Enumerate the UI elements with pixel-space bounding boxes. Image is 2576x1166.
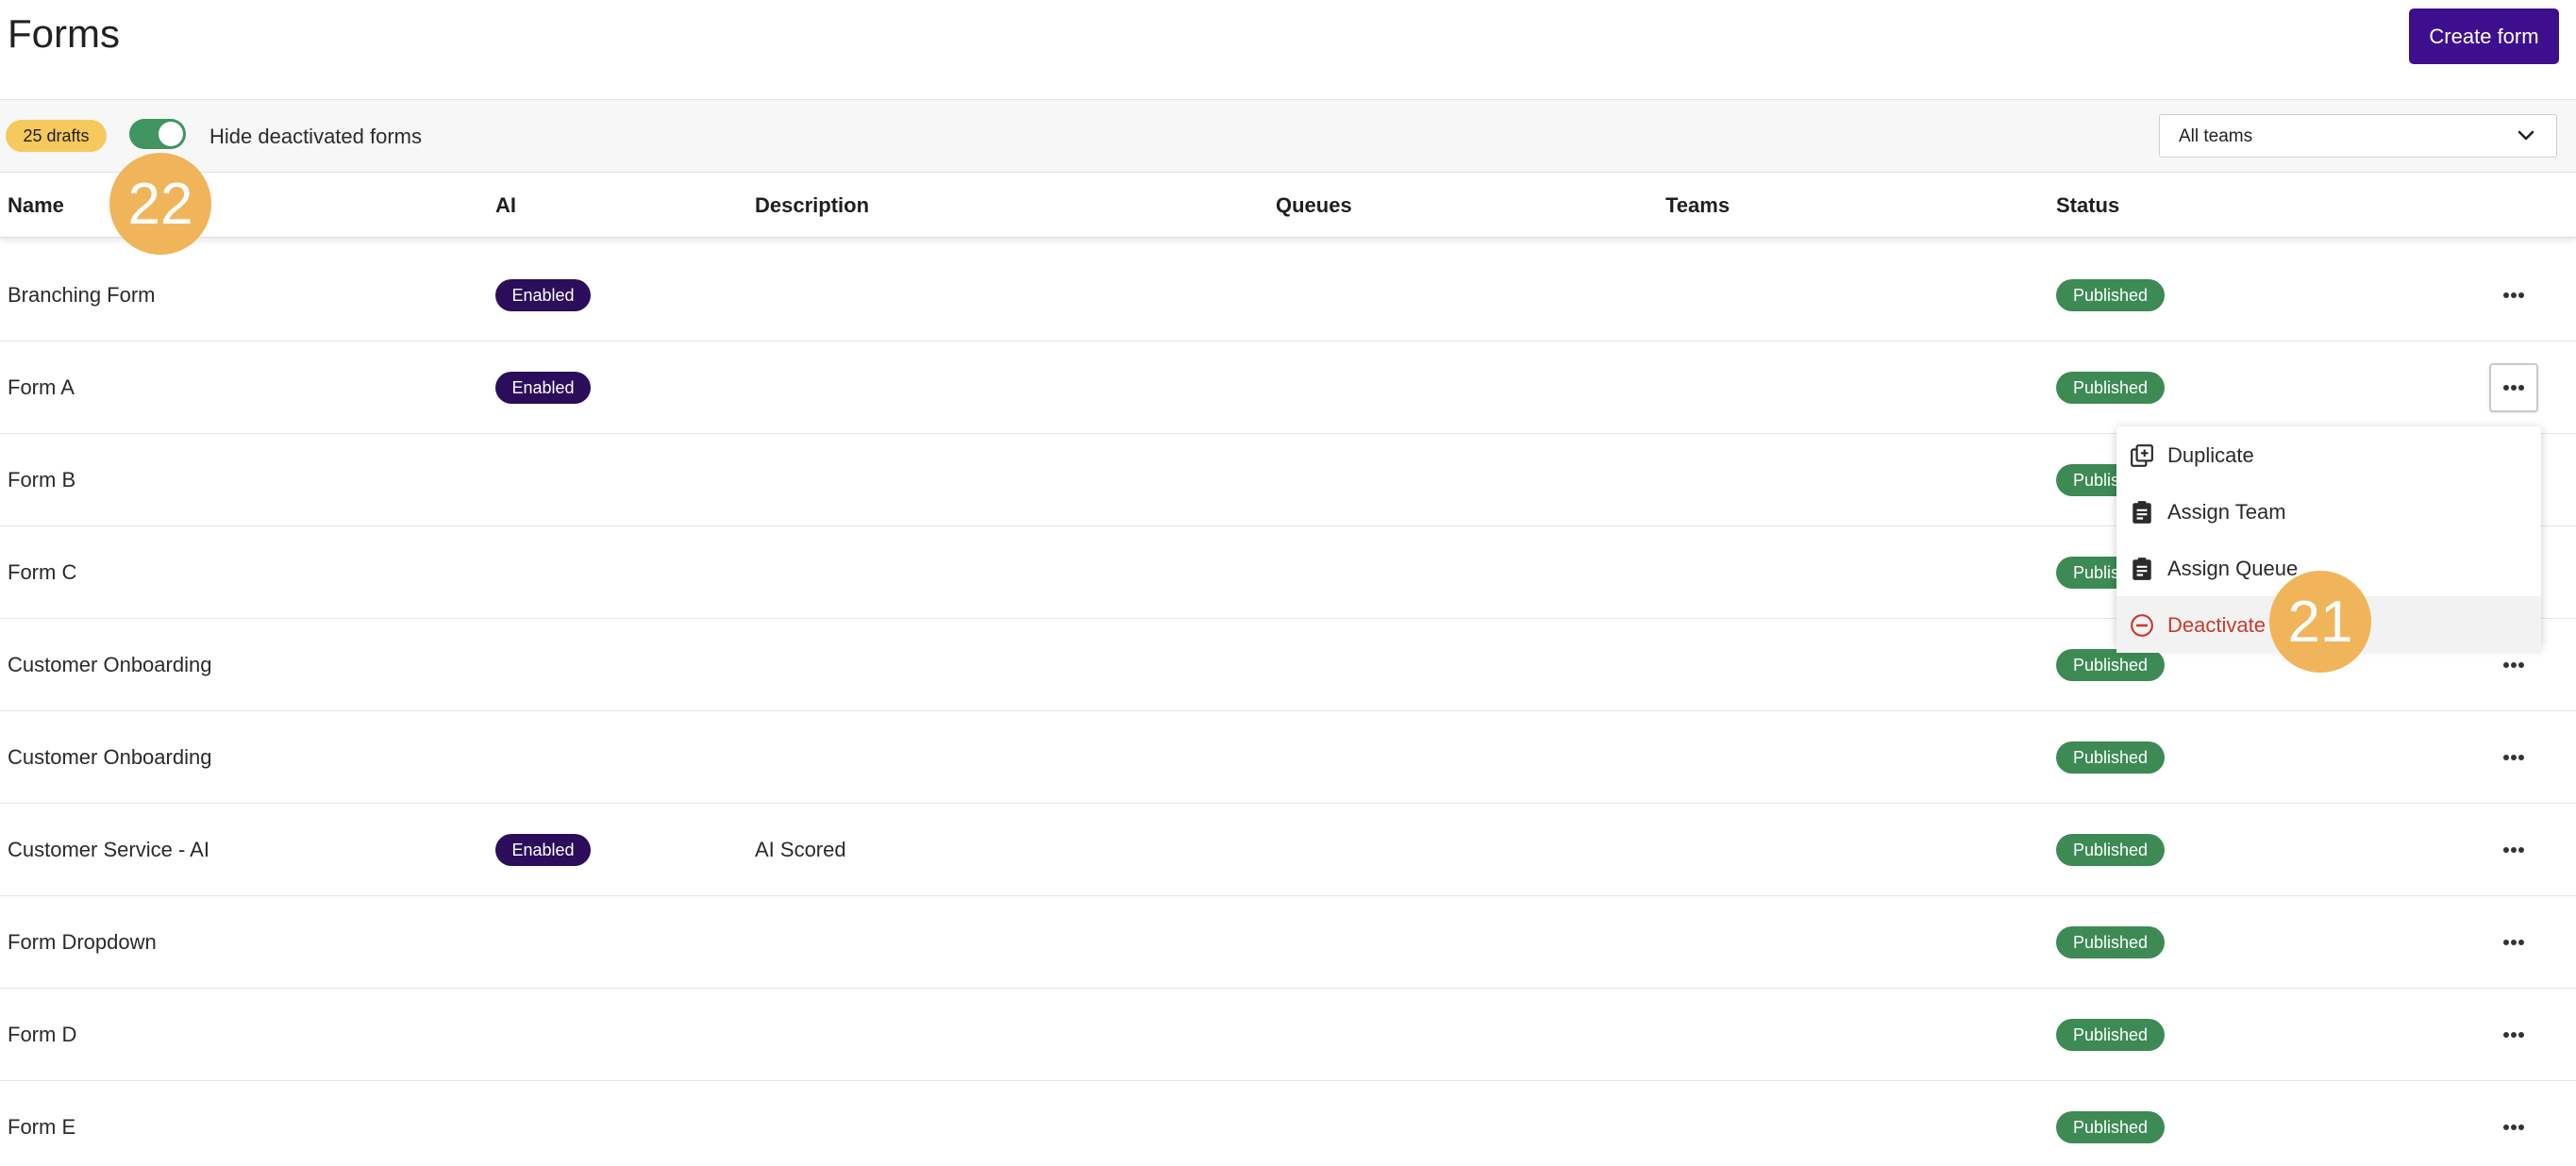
duplicate-icon [2131,444,2153,467]
row-name[interactable]: Customer Service - AI [8,804,209,896]
row-name[interactable]: Customer Onboarding [8,619,211,711]
teams-select[interactable]: All teams [2159,114,2557,158]
menu-item-assign-team[interactable]: Assign Team [2116,483,2541,540]
row-status-cell: Published [2056,249,2165,341]
status-badge: Published [2056,926,2165,958]
row-actions-button[interactable] [2489,825,2538,874]
menu-item-label: Assign Team [2167,500,2286,524]
column-header-name[interactable]: Name [8,193,64,218]
row-name[interactable]: Form E [8,1081,75,1166]
row-name[interactable]: Branching Form [8,249,156,341]
status-badge: Published [2056,1019,2165,1051]
status-badge: Published [2056,372,2165,404]
step-marker: 21 [2269,571,2371,673]
menu-item-label: Assign Queue [2167,557,2299,580]
table-row[interactable]: Customer Service - AI Enabled AI Scored … [0,804,2576,896]
row-name[interactable]: Customer Onboarding [8,711,211,804]
menu-item-duplicate[interactable]: Duplicate [2116,426,2541,483]
page-header: Forms Create form [0,0,2576,100]
ai-enabled-badge: Enabled [495,279,591,311]
row-name[interactable]: Form C [8,526,76,619]
column-header-ai[interactable]: AI [495,193,516,218]
status-badge: Published [2056,649,2165,681]
more-horizontal-icon [2503,1124,2524,1130]
row-status-cell: Published [2056,989,2165,1081]
row-ai-cell: Enabled [495,249,591,341]
menu-item-label: Deactivate [2167,613,2266,637]
table-row[interactable]: Form E Published [0,1081,2576,1166]
row-actions-button[interactable] [2489,271,2538,320]
column-header-queues[interactable]: Queues [1276,193,1352,218]
toggle-knob [159,122,183,146]
teams-select-value: All teams [2179,126,2253,146]
hide-deactivated-toggle[interactable] [129,119,186,149]
table-row[interactable]: Form D Published [0,989,2576,1081]
status-badge: Published [2056,741,2165,774]
row-status-cell: Published [2056,896,2165,989]
table-header: Name AI Description Queues Teams Status [0,174,2576,238]
status-badge: Published [2056,279,2165,311]
row-name[interactable]: Form D [8,989,76,1081]
table-row[interactable]: Form Dropdown Published [0,896,2576,989]
step-marker: 22 [109,153,211,255]
row-actions-button[interactable] [2489,918,2538,967]
chevron-down-icon [2517,130,2534,141]
table-row[interactable]: Branching Form Enabled Published [0,249,2576,341]
row-name[interactable]: Form Dropdown [8,896,157,989]
menu-item-label: Duplicate [2167,443,2254,467]
minus-circle-icon [2131,614,2153,637]
hide-deactivated-label: Hide deactivated forms [209,125,422,148]
more-horizontal-icon [2503,292,2524,298]
more-horizontal-icon [2503,1032,2524,1038]
ai-enabled-badge: Enabled [495,372,591,404]
row-name[interactable]: Form B [8,434,75,526]
clipboard-icon [2133,501,2151,524]
row-status-cell: Published [2056,711,2165,804]
row-actions-button[interactable] [2489,733,2538,782]
row-status-cell: Published [2056,804,2165,896]
row-status-cell: Published [2056,1081,2165,1166]
row-status-cell: Published [2056,341,2165,434]
more-horizontal-icon [2503,755,2524,760]
drafts-badge[interactable]: 25 drafts [6,120,107,152]
row-ai-cell: Enabled [495,804,591,896]
table-row[interactable]: Form A Enabled Published [0,341,2576,434]
row-description: AI Scored [755,838,846,861]
more-horizontal-icon [2503,662,2524,668]
status-badge: Published [2056,834,2165,866]
more-horizontal-icon [2503,847,2524,853]
ai-enabled-badge: Enabled [495,834,591,866]
row-actions-button[interactable] [2489,363,2538,412]
table-row[interactable]: Customer Onboarding Published [0,711,2576,804]
more-horizontal-icon [2503,385,2524,391]
page-title: Forms [8,11,120,56]
filter-bar: 25 drafts Hide deactivated forms All tea… [0,100,2576,173]
status-badge: Published [2056,1111,2165,1143]
row-actions-button[interactable] [2489,1103,2538,1152]
create-form-button[interactable]: Create form [2409,8,2559,64]
column-header-description[interactable]: Description [755,193,869,218]
more-horizontal-icon [2503,940,2524,945]
row-name[interactable]: Form A [8,341,75,434]
row-actions-button[interactable] [2489,1010,2538,1059]
row-ai-cell: Enabled [495,341,591,434]
column-header-teams[interactable]: Teams [1665,193,1730,218]
clipboard-icon [2133,558,2151,580]
column-header-status[interactable]: Status [2056,193,2119,218]
